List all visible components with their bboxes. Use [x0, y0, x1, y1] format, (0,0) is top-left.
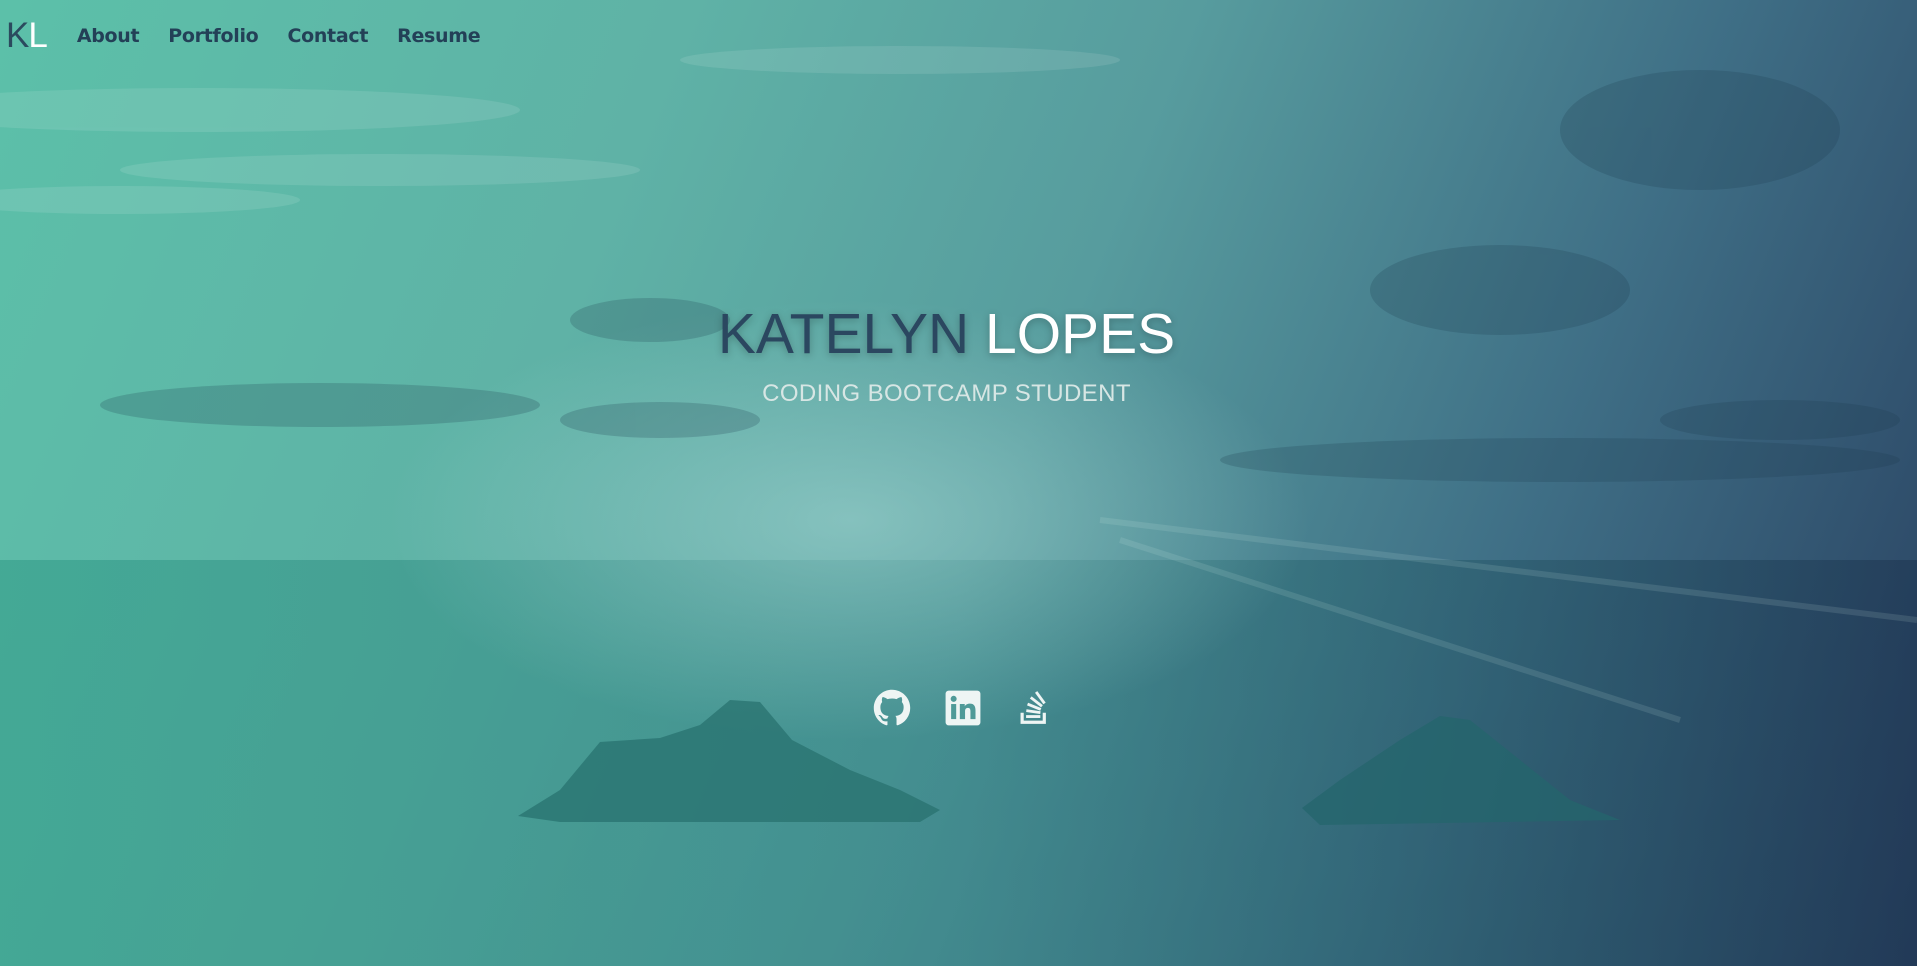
- linkedin-link[interactable]: [944, 689, 982, 727]
- github-link[interactable]: [873, 689, 911, 727]
- top-navigation: KL About Portfolio Contact Resume: [6, 18, 509, 53]
- hero-name: KATELYN LOPES: [0, 302, 1893, 366]
- nav-link-about[interactable]: About: [77, 25, 140, 47]
- background-ocean-illustration: [0, 46, 1917, 966]
- stack-overflow-icon: [1020, 691, 1046, 724]
- brand-logo[interactable]: KL: [6, 16, 48, 55]
- logo-initial-first: K: [6, 16, 29, 55]
- hero-subtitle: CODING BOOTCAMP STUDENT: [762, 380, 1131, 407]
- nav-link-resume[interactable]: Resume: [397, 25, 481, 47]
- hero-last-name: LOPES: [985, 302, 1176, 366]
- hero-first-name: KATELYN: [717, 302, 970, 366]
- linkedin-icon: [945, 690, 981, 726]
- logo-initial-last: L: [28, 16, 47, 55]
- hero-section: KL About Portfolio Contact Resume KATELY…: [0, 0, 1917, 966]
- hero-headline: KATELYN LOPES CODING BOOTCAMP STUDENT: [0, 302, 1893, 408]
- nav-link-contact[interactable]: Contact: [287, 25, 368, 47]
- github-icon: [873, 689, 911, 726]
- stack-overflow-link[interactable]: [1015, 689, 1053, 727]
- nav-link-portfolio[interactable]: Portfolio: [168, 25, 258, 47]
- social-links: [873, 689, 1086, 727]
